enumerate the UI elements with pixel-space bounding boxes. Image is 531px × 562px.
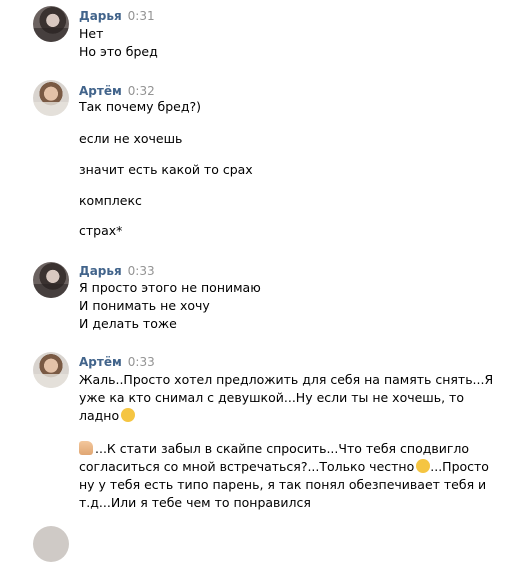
message-text: комплекс xyxy=(79,193,142,208)
author-name[interactable]: Дарья xyxy=(79,9,122,23)
thumbs-up-emoji-icon xyxy=(79,441,93,455)
message-text: если не хочешь xyxy=(79,131,183,146)
avatar[interactable] xyxy=(33,262,69,298)
author-name[interactable]: Артём xyxy=(79,355,122,369)
author-name[interactable]: Дарья xyxy=(79,264,122,278)
message-text: Нет xyxy=(79,26,104,41)
timestamp[interactable]: 0:33 xyxy=(128,355,155,369)
author-name[interactable]: Артём xyxy=(79,84,122,98)
message-text: И делать тоже xyxy=(79,316,177,331)
message-text: ну у тебя есть типо парень, я так понял … xyxy=(79,477,487,492)
message-header: Артём 0:32 xyxy=(79,84,155,98)
message-text: ладно xyxy=(79,408,120,423)
avatar[interactable] xyxy=(33,6,69,42)
message-text: Так почему бред?) xyxy=(79,99,202,114)
message-text-line: ...К стати забыл в скайпе спросить...Что… xyxy=(79,440,469,458)
timestamp[interactable]: 0:32 xyxy=(128,84,155,98)
message-text: уже ка кто снимал с девушкой...Ну если т… xyxy=(79,390,464,405)
message-text: ...Просто xyxy=(430,459,489,474)
message-header: Дарья 0:33 xyxy=(79,264,155,278)
message-text-line: согласиться со мной встречаться?...Тольк… xyxy=(79,458,489,476)
timestamp[interactable]: 0:33 xyxy=(128,264,155,278)
message-text: согласиться со мной встречаться?...Тольк… xyxy=(79,459,415,474)
timestamp[interactable]: 0:31 xyxy=(128,9,155,23)
message-text: значит есть какой то срах xyxy=(79,162,253,177)
message-header: Артём 0:33 xyxy=(79,355,155,369)
message-text: Но это бред xyxy=(79,44,158,59)
avatar[interactable] xyxy=(33,80,69,116)
relieved-face-emoji-icon xyxy=(121,408,136,422)
avatar[interactable] xyxy=(33,526,69,562)
avatar[interactable] xyxy=(33,352,69,388)
message-text-line: ладно xyxy=(79,407,136,425)
message-text: Жаль..Просто хотел предложить для себя н… xyxy=(79,372,494,387)
message-text: т.д...Или я тебе чем то понравился xyxy=(79,495,311,510)
message-text: И понимать не хочу xyxy=(79,298,210,313)
message-text: ...К стати забыл в скайпе спросить...Что… xyxy=(95,441,470,456)
message-header: Дарья 0:31 xyxy=(79,9,155,23)
message-text: страх* xyxy=(79,223,123,238)
message-text: Я просто этого не понимаю xyxy=(79,280,261,295)
flushed-face-emoji-icon xyxy=(416,459,431,473)
